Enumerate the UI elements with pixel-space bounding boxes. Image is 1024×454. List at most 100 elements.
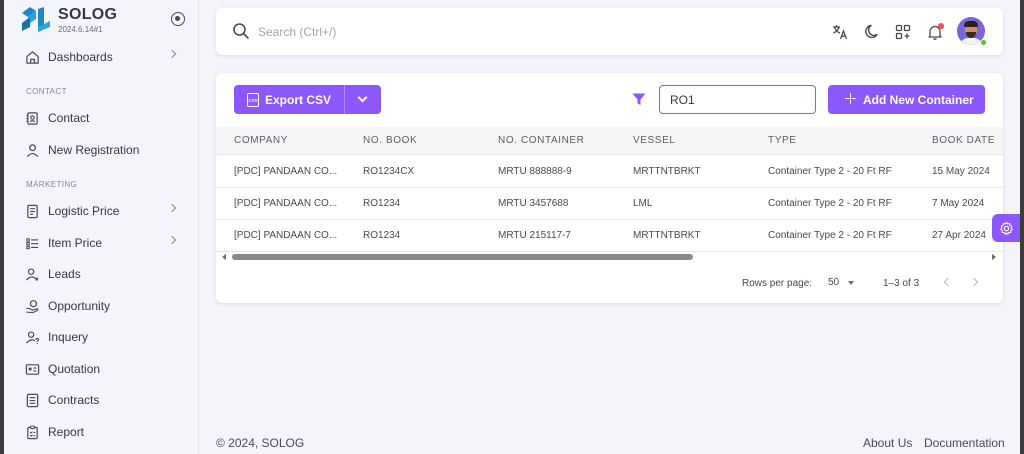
cell-company: [PDC] PANDAAN CO... <box>234 230 338 241</box>
export-options-dropdown[interactable] <box>344 85 381 114</box>
translate-icon[interactable] <box>830 22 850 42</box>
scroll-right-arrow-icon[interactable] <box>992 254 996 260</box>
cell-vessel: LML <box>633 198 653 209</box>
sidebar-item-leads[interactable]: Leads <box>20 260 185 288</box>
chevron-right-icon <box>167 235 177 245</box>
table-row[interactable]: [PDC] PANDAAN CO... RO1234 MRTU 215117-7… <box>216 220 1003 252</box>
sidebar-item-label: Logistic Price <box>48 204 120 218</box>
column-header-no-container[interactable]: NO. CONTAINER <box>498 135 585 146</box>
previous-page-icon[interactable] <box>943 277 953 287</box>
sidebar-item-label: Item Price <box>48 236 103 250</box>
cell-book-date: 7 May 2024 <box>932 198 985 209</box>
cell-book-date: 15 May 2024 <box>932 166 990 177</box>
footer-copyright: © 2024, SOLOG <box>216 436 305 450</box>
next-page-icon[interactable] <box>969 277 979 287</box>
add-new-container-button[interactable]: Add New Container <box>828 85 985 114</box>
sidebar: SOLOG 2024.6.14#1 Dashboards CONTACT Con… <box>4 0 199 454</box>
export-csv-button[interactable]: CSV Export CSV <box>234 85 381 114</box>
sidebar-item-quotation[interactable]: Quotation <box>20 355 185 383</box>
sidebar-item-label: Leads <box>48 267 81 281</box>
column-header-no-book[interactable]: NO. BOOK <box>363 135 417 146</box>
gear-icon <box>999 221 1013 235</box>
scroll-left-arrow-icon[interactable] <box>222 254 226 260</box>
cell-no-book: RO1234CX <box>363 166 415 177</box>
footer-link-about-us[interactable]: About Us <box>863 436 912 450</box>
cell-book-date: 27 Apr 2024 <box>932 230 986 241</box>
column-header-book-date[interactable]: BOOK DATE <box>932 135 995 146</box>
cell-no-container: MRTU 888888-9 <box>498 166 572 177</box>
sidebar-item-contact[interactable]: Contact <box>20 104 185 132</box>
quote-icon <box>24 361 40 377</box>
sidebar-item-report[interactable]: Report <box>20 418 185 446</box>
sidebar-item-label: Inquery <box>48 330 89 344</box>
document-icon <box>24 203 40 219</box>
notification-dot <box>938 23 944 29</box>
cell-vessel: MRTTNTBRKT <box>633 166 701 177</box>
rows-per-page-select[interactable]: 50 <box>828 277 858 291</box>
sidebar-item-label: Report <box>48 425 85 439</box>
cell-vessel: MRTTNTBRKT <box>633 230 701 241</box>
section-title-marketing: MARKETING <box>26 180 78 189</box>
cell-no-container: MRTU 215117-7 <box>498 230 571 241</box>
home-icon <box>24 49 40 65</box>
user-question-icon <box>24 329 40 345</box>
solog-logo-icon <box>22 7 50 32</box>
rows-per-page-label: Rows per page: <box>742 278 813 289</box>
cell-type: Container Type 2 - 20 Ft RF <box>768 198 892 209</box>
theme-customizer-button[interactable] <box>992 214 1020 242</box>
chevron-down-icon <box>357 92 368 103</box>
footer-link-documentation[interactable]: Documentation <box>924 436 1005 450</box>
sidebar-item-label: Contact <box>48 111 90 125</box>
brand-version: 2024.6.14#1 <box>58 25 103 34</box>
column-header-vessel[interactable]: VESSEL <box>633 135 676 146</box>
sidebar-item-label: Opportunity <box>48 299 111 313</box>
search-icon[interactable] <box>232 22 250 45</box>
sidebar-item-opportunity[interactable]: Opportunity <box>20 292 185 320</box>
sidebar-item-dashboards[interactable]: Dashboards <box>20 43 185 71</box>
filter-input[interactable] <box>659 85 816 114</box>
column-header-type[interactable]: TYPE <box>768 135 797 146</box>
sidebar-item-label: New Registration <box>48 143 140 157</box>
window-frame-left <box>0 0 4 454</box>
cell-type: Container Type 2 - 20 Ft RF <box>768 230 892 241</box>
sidebar-item-new-registration[interactable]: New Registration <box>20 136 185 164</box>
table-row[interactable]: [PDC] PANDAAN CO... RO1234CX MRTU 888888… <box>216 156 1003 188</box>
contact-book-icon <box>24 110 40 126</box>
rows-per-page-value: 50 <box>828 277 840 288</box>
sidebar-item-logistic-price[interactable]: Logistic Price <box>20 197 185 225</box>
scrollbar-thumb[interactable] <box>232 254 693 260</box>
chevron-right-icon <box>167 203 177 213</box>
brand-name: SOLOG <box>58 6 118 23</box>
plus-icon <box>845 93 856 104</box>
chevron-right-icon <box>167 49 177 59</box>
add-new-container-label: Add New Container <box>863 93 974 107</box>
cell-company: [PDC] PANDAAN CO... <box>234 166 338 177</box>
filter-icon[interactable] <box>632 93 646 111</box>
sidebar-item-item-price[interactable]: Item Price <box>20 229 185 257</box>
cell-no-book: RO1234 <box>363 230 401 241</box>
sidebar-pin-icon[interactable] <box>171 12 185 26</box>
horizontal-scrollbar[interactable] <box>216 251 1003 263</box>
user-star-icon <box>24 266 40 282</box>
search-input[interactable] <box>258 22 558 42</box>
brand[interactable]: SOLOG 2024.6.14#1 <box>20 5 190 37</box>
sidebar-item-contracts[interactable]: Contracts <box>20 386 185 414</box>
column-header-company[interactable]: COMPANY <box>234 135 288 146</box>
container-list-card: CSV Export CSV Add New Container COMPANY… <box>216 73 1003 303</box>
sidebar-item-label: Contracts <box>48 393 100 407</box>
sidebar-item-inquery[interactable]: Inquery <box>20 323 185 351</box>
table-header: COMPANY NO. BOOK NO. CONTAINER VESSEL TY… <box>216 127 1003 155</box>
online-status-dot <box>980 39 987 46</box>
table-row[interactable]: [PDC] PANDAAN CO... RO1234 MRTU 3457688 … <box>216 188 1003 220</box>
hand-coin-icon <box>24 298 40 314</box>
contract-icon <box>24 392 40 408</box>
sidebar-item-label: Quotation <box>48 362 101 376</box>
export-csv-label: Export CSV <box>265 93 332 107</box>
moon-icon[interactable] <box>862 22 882 42</box>
topbar <box>216 8 1003 55</box>
bell-icon[interactable] <box>925 22 945 42</box>
list-icon <box>24 235 40 251</box>
window-frame-right <box>1020 0 1024 454</box>
cell-company: [PDC] PANDAAN CO... <box>234 198 338 209</box>
apps-grid-icon[interactable] <box>893 22 913 42</box>
